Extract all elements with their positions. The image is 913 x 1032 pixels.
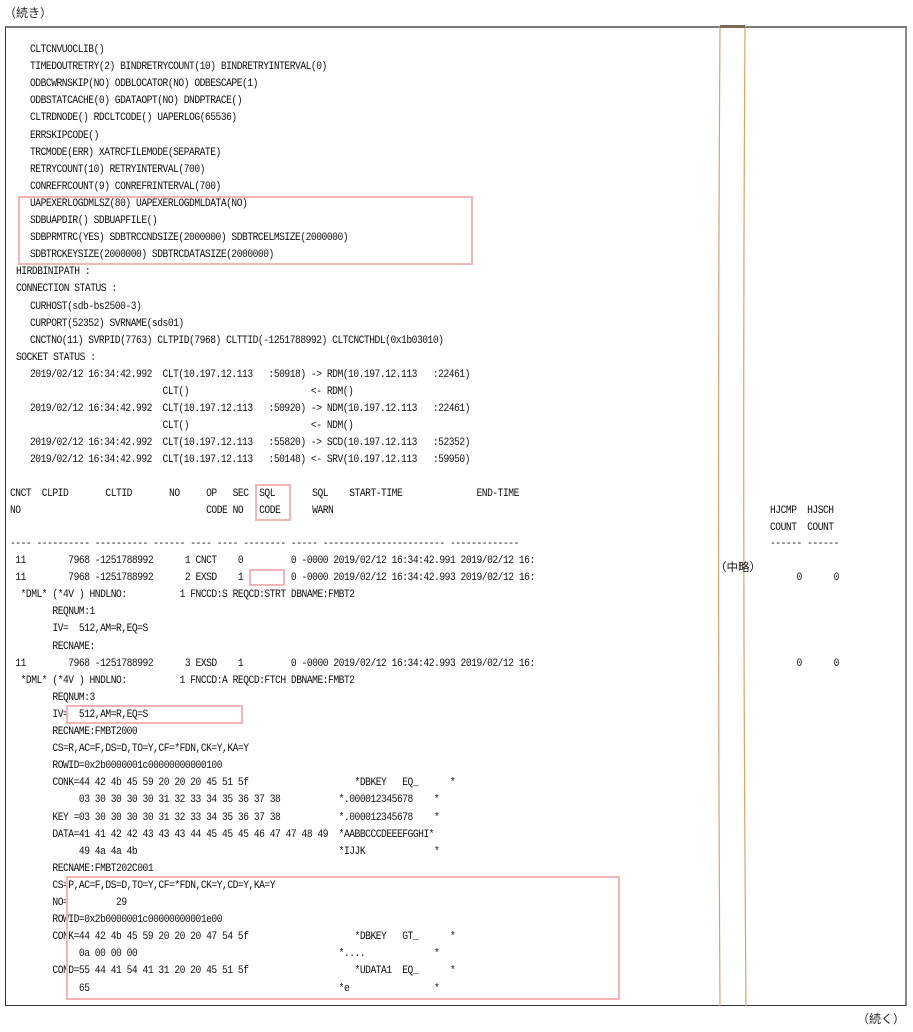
omission-break-lines xyxy=(717,25,747,1007)
break-line-left xyxy=(717,25,721,1007)
omitted-label: （中略） xyxy=(715,560,761,574)
break-line-right xyxy=(743,25,747,1007)
break-top-mask xyxy=(720,25,745,28)
continues-caption: （続く） xyxy=(856,1012,905,1026)
